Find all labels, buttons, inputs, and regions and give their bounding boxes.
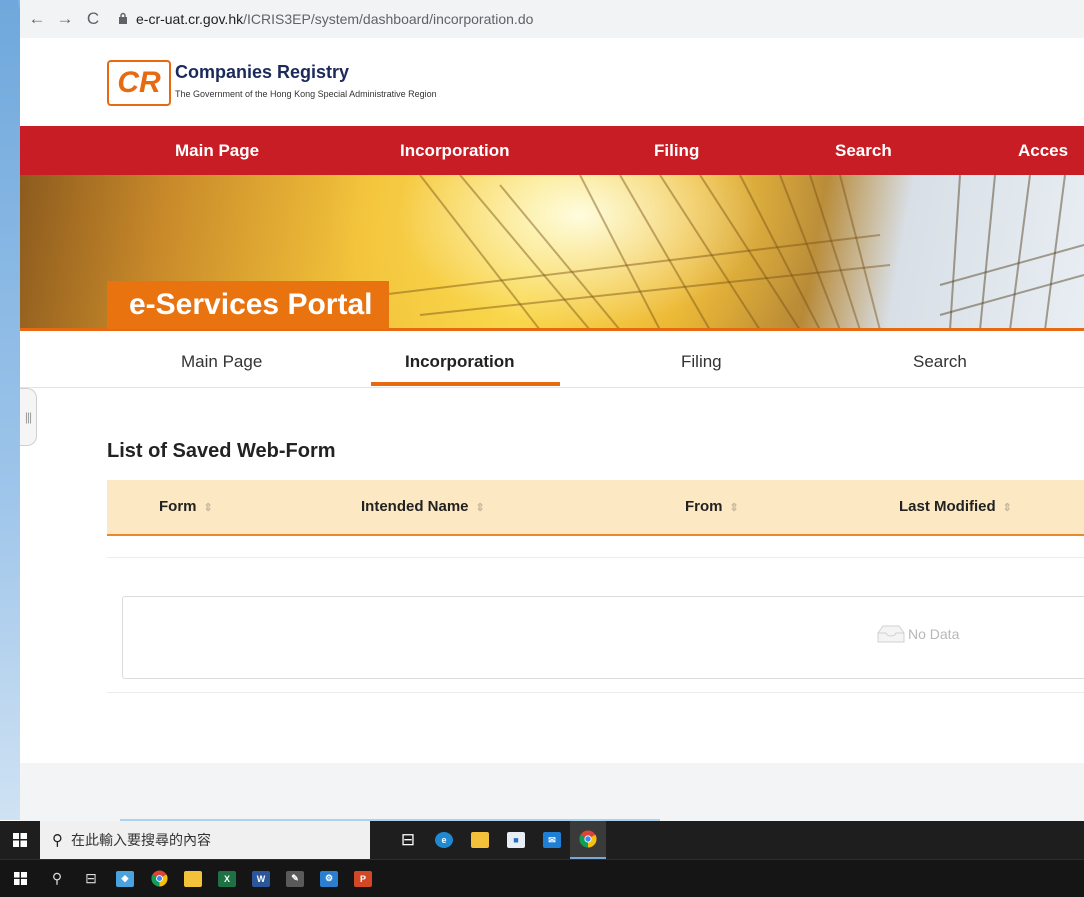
page-footer (20, 763, 1084, 821)
windows-start-icon[interactable] (0, 860, 40, 897)
table-divider (107, 557, 1084, 558)
column-header-last-modified[interactable]: Last Modified ⇕ (899, 480, 1012, 534)
tab-main-page[interactable]: Main Page (181, 331, 262, 387)
tab-incorporation[interactable]: Incorporation (405, 331, 515, 387)
sort-icon[interactable]: ⇕ (730, 502, 739, 514)
column-label: Intended Name (361, 498, 469, 515)
cr-logo[interactable]: CR (107, 60, 171, 106)
search-icon: ⚲ (52, 831, 63, 849)
main-nav-search[interactable]: Search (835, 126, 892, 175)
url-host: e-cr-uat.cr.gov.hk (136, 11, 244, 27)
search-placeholder: 在此輸入要搜尋的內容 (71, 833, 211, 849)
powerpoint-icon[interactable]: P (346, 860, 380, 897)
search-icon[interactable]: ⚲ (40, 860, 74, 897)
edge-browser-icon[interactable]: e (426, 821, 462, 859)
sort-icon[interactable]: ⇕ (476, 502, 485, 514)
column-label: Last Modified (899, 498, 996, 515)
section-title: List of Saved Web-Form (107, 440, 336, 462)
site-title: Companies Registry (175, 62, 350, 82)
excel-icon[interactable]: X (210, 860, 244, 897)
column-label: Form (159, 498, 197, 515)
table-divider (107, 692, 1084, 693)
slide-background-edge (0, 0, 20, 820)
network-app-icon[interactable]: ⚙ (312, 860, 346, 897)
file-explorer-icon[interactable] (176, 860, 210, 897)
url-field[interactable]: e-cr-uat.cr.gov.hk/ICRIS3EP/system/dashb… (118, 11, 533, 27)
site-subtitle: The Government of the Hong Kong Special … (175, 89, 437, 99)
tab-filing[interactable]: Filing (681, 331, 722, 387)
task-view-icon[interactable]: ⊟ (74, 860, 108, 897)
drawer-handle[interactable]: ||| (20, 388, 37, 446)
reload-icon[interactable]: C (82, 8, 104, 30)
mail-icon[interactable]: ✉ (534, 821, 570, 859)
paint-icon[interactable]: ✎ (278, 860, 312, 897)
main-nav-access[interactable]: Acces (1018, 126, 1068, 175)
taskbar: ⚲ 在此輸入要搜尋的內容 ⊟ e ■ ✉ (0, 821, 1084, 859)
file-explorer-icon[interactable] (462, 821, 498, 859)
store-icon[interactable]: ■ (498, 821, 534, 859)
main-nav-filing[interactable]: Filing (654, 126, 699, 175)
no-data-text: No Data (908, 626, 960, 642)
column-header-form[interactable]: Form ⇕ (159, 480, 213, 534)
main-nav-main-page[interactable]: Main Page (175, 126, 259, 175)
forward-icon[interactable]: → (54, 8, 76, 30)
table-header: Form ⇕ Intended Name ⇕ From ⇕ Last Modified… (107, 480, 1084, 536)
taskbar-search-input[interactable]: ⚲ 在此輸入要搜尋的內容 (40, 821, 370, 859)
chrome-browser-icon[interactable] (142, 860, 176, 897)
app-icon[interactable]: ◆ (108, 860, 142, 897)
url-path: /ICRIS3EP/system/dashboard/incorporation… (243, 11, 534, 27)
empty-state: No Data (876, 624, 959, 644)
sort-icon[interactable]: ⇕ (1003, 502, 1012, 514)
main-navigation: Main Page Incorporation Filing Search Ac… (20, 126, 1084, 175)
sub-navigation: Main Page Incorporation Filing Search (20, 331, 1084, 388)
secondary-taskbar: ⚲ ⊟ ◆ X W ✎ ⚙ P (0, 859, 1084, 897)
tab-search[interactable]: Search (913, 331, 967, 387)
lock-icon (118, 12, 128, 27)
main-nav-incorporation[interactable]: Incorporation (400, 126, 510, 175)
chrome-browser-icon[interactable] (570, 821, 606, 859)
column-header-from[interactable]: From ⇕ (685, 480, 739, 534)
column-label: From (685, 498, 723, 515)
empty-inbox-icon (877, 625, 905, 643)
active-tab-indicator (371, 382, 560, 386)
sort-icon[interactable]: ⇕ (204, 502, 213, 514)
column-header-intended-name[interactable]: Intended Name ⇕ (361, 480, 485, 534)
task-view-icon[interactable]: ⊟ (390, 821, 426, 859)
windows-start-icon[interactable] (0, 821, 40, 859)
word-icon[interactable]: W (244, 860, 278, 897)
back-icon[interactable]: ← (26, 8, 48, 30)
portal-title: e-Services Portal (107, 281, 389, 329)
browser-address-bar: ← → C e-cr-uat.cr.gov.hk/ICRIS3EP/system… (20, 0, 1084, 39)
site-header: CR Companies Registry The Government of … (20, 38, 1084, 126)
